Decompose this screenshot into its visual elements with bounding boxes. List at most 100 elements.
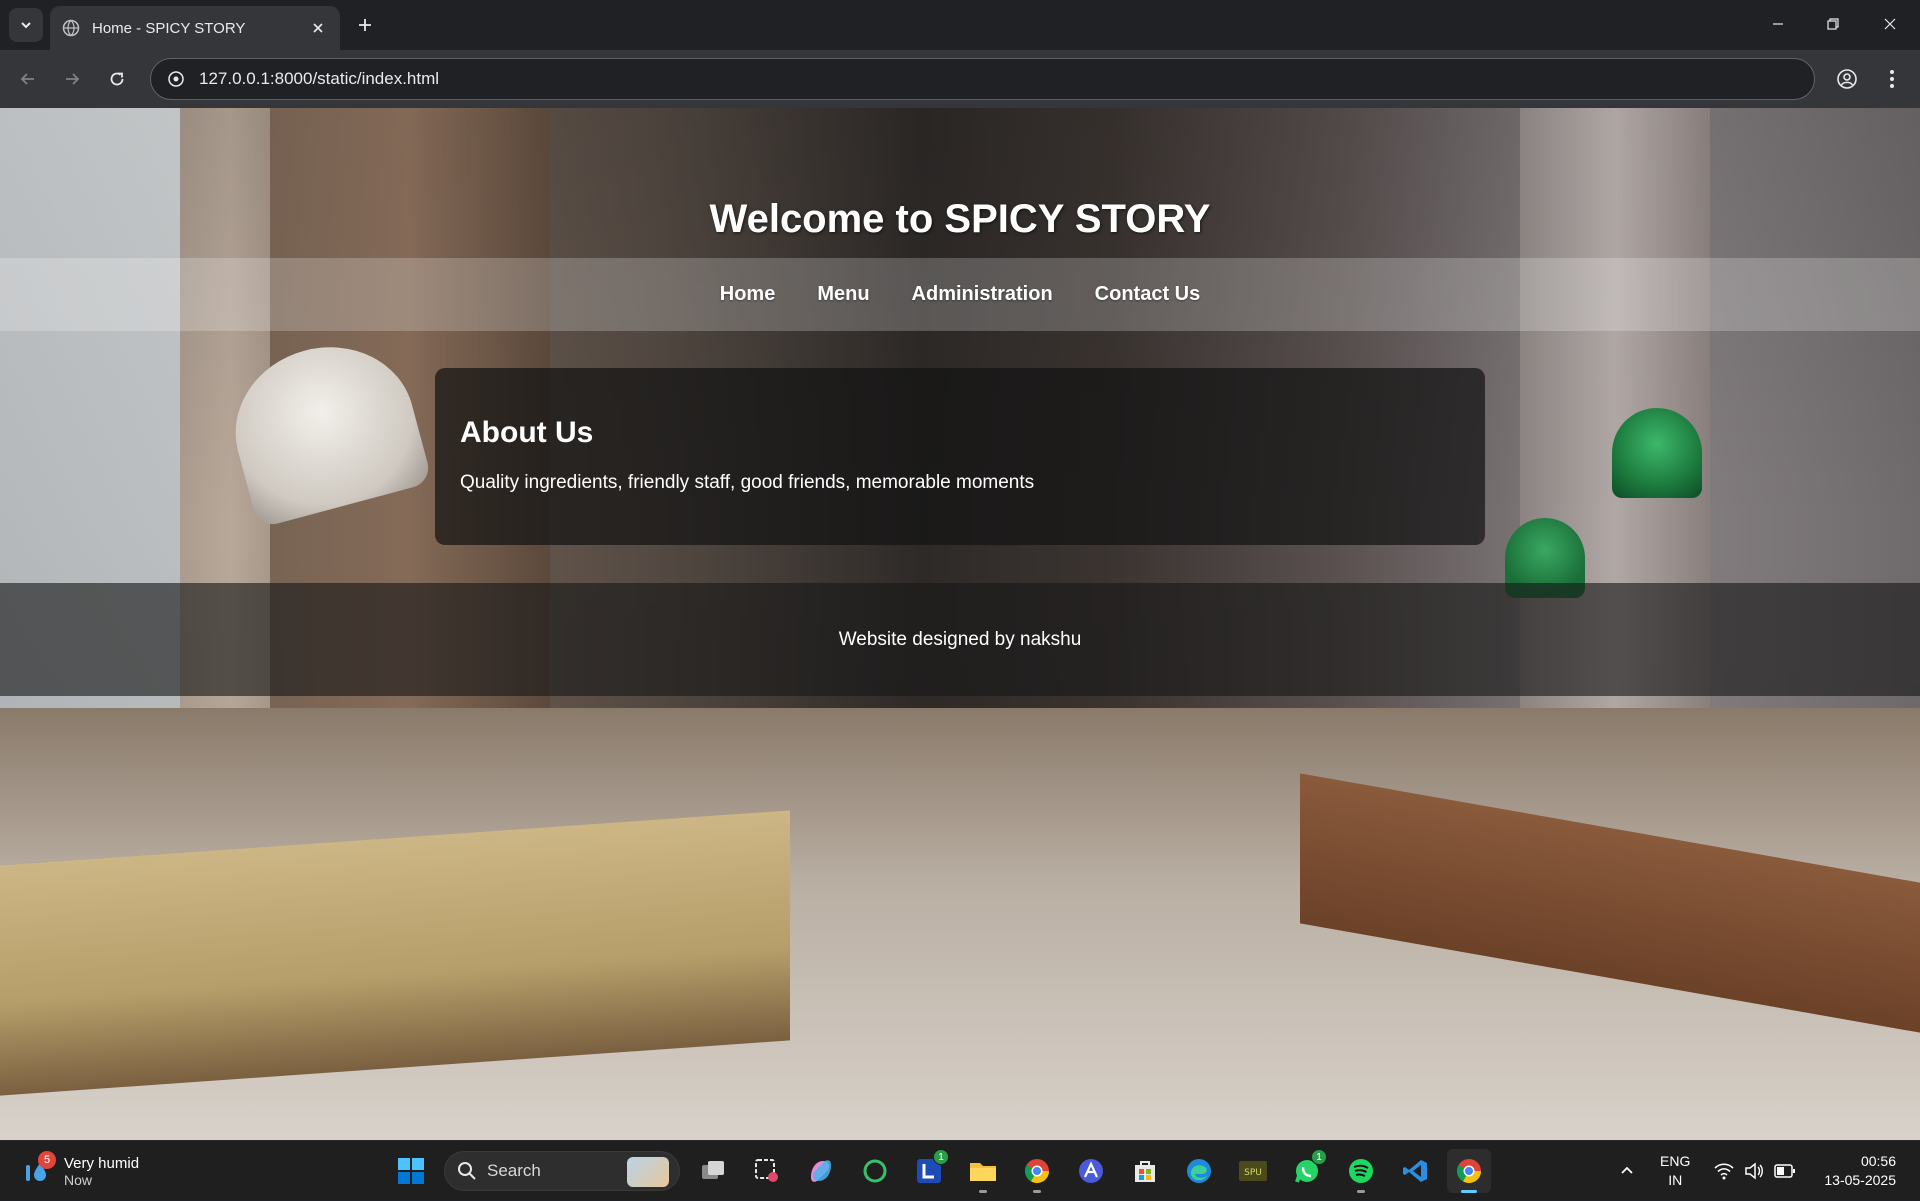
profile-button[interactable] bbox=[1831, 63, 1863, 95]
forward-icon bbox=[66, 73, 80, 85]
taskbar-apps: Search 1 SPU 1 bbox=[384, 1149, 1496, 1193]
language-indicator[interactable]: ENG IN bbox=[1660, 1152, 1690, 1190]
copilot-button[interactable] bbox=[799, 1149, 843, 1193]
tab-close-button[interactable] bbox=[308, 18, 328, 38]
weather-icon: 5 bbox=[20, 1151, 56, 1187]
battery-icon bbox=[1774, 1164, 1796, 1178]
show-hidden-icons-button[interactable] bbox=[1612, 1164, 1642, 1178]
back-button[interactable] bbox=[12, 63, 44, 95]
arc-app-button[interactable] bbox=[1069, 1149, 1113, 1193]
running-indicator bbox=[1033, 1190, 1041, 1193]
spotify-button[interactable] bbox=[1339, 1149, 1383, 1193]
search-icon bbox=[458, 1162, 476, 1180]
nav-link-menu[interactable]: Menu bbox=[796, 283, 890, 306]
chrome-button[interactable] bbox=[1015, 1149, 1059, 1193]
task-view-icon bbox=[702, 1161, 724, 1179]
active-tab[interactable]: Home - SPICY STORY bbox=[50, 6, 340, 50]
quick-settings[interactable] bbox=[1714, 1162, 1796, 1180]
footer-credit: Website designed by nakshu bbox=[838, 628, 1082, 650]
system-tray: ENG IN 00:56 13-05-2025 bbox=[1612, 1141, 1920, 1201]
tab-search-button[interactable] bbox=[9, 8, 43, 42]
site-info-button[interactable] bbox=[165, 68, 187, 90]
vscode-button[interactable] bbox=[1393, 1149, 1437, 1193]
spotify-icon bbox=[1349, 1159, 1373, 1183]
spu-app-button[interactable]: SPU bbox=[1231, 1149, 1275, 1193]
windows-icon bbox=[398, 1158, 424, 1184]
whatsapp-button[interactable]: 1 bbox=[1285, 1149, 1329, 1193]
system-clock[interactable]: 00:56 13-05-2025 bbox=[1824, 1152, 1896, 1190]
minimize-button[interactable] bbox=[1756, 8, 1800, 40]
background-green-lamp bbox=[1612, 408, 1702, 498]
wifi-icon bbox=[1714, 1163, 1734, 1180]
nav-link-administration[interactable]: Administration bbox=[891, 283, 1074, 306]
more-icon bbox=[1890, 70, 1894, 88]
back-icon bbox=[20, 73, 34, 85]
about-text: Quality ingredients, friendly staff, goo… bbox=[460, 472, 1035, 493]
globe-icon bbox=[62, 19, 80, 37]
chevron-up-icon bbox=[1621, 1166, 1633, 1174]
site-navigation: Home Menu Administration Contact Us bbox=[0, 258, 1920, 331]
reload-icon bbox=[110, 72, 124, 86]
page-title: Welcome to SPICY STORY bbox=[709, 196, 1211, 241]
store-icon bbox=[1135, 1161, 1155, 1182]
triangle-app-icon bbox=[1079, 1159, 1103, 1183]
site-footer: Website designed by nakshu bbox=[0, 583, 1920, 696]
new-tab-button[interactable] bbox=[352, 12, 378, 38]
nav-link-home[interactable]: Home bbox=[699, 283, 797, 306]
about-heading: About Us bbox=[460, 416, 594, 449]
chrome-icon bbox=[1456, 1159, 1481, 1184]
search-label: Search bbox=[487, 1161, 541, 1180]
refresh-app-button[interactable] bbox=[853, 1149, 897, 1193]
circular-arrow-icon bbox=[863, 1159, 887, 1183]
spu-app-icon: SPU bbox=[1239, 1161, 1267, 1181]
page-viewport: Welcome to SPICY STORY Home Menu Adminis… bbox=[0, 108, 1920, 1140]
window-close-icon bbox=[1884, 18, 1896, 30]
start-button[interactable] bbox=[389, 1149, 433, 1193]
file-explorer-button[interactable] bbox=[961, 1149, 1005, 1193]
address-bar[interactable]: 127.0.0.1:8000/static/index.html bbox=[150, 58, 1815, 100]
browser-menu-button[interactable] bbox=[1876, 63, 1908, 95]
copilot-icon bbox=[811, 1160, 831, 1182]
nav-link-contact-us[interactable]: Contact Us bbox=[1074, 283, 1222, 306]
microsoft-store-button[interactable] bbox=[1123, 1149, 1167, 1193]
running-indicator bbox=[1461, 1190, 1477, 1193]
chrome-active-button[interactable] bbox=[1447, 1149, 1491, 1193]
weather-condition: Very humid bbox=[64, 1154, 140, 1172]
search-highlight-image bbox=[627, 1157, 669, 1187]
weather-widget[interactable]: 5 Very humid Now bbox=[20, 1151, 139, 1191]
clock-date: 13-05-2025 bbox=[1824, 1172, 1896, 1188]
region-code: IN bbox=[1668, 1172, 1683, 1188]
weather-badge: 5 bbox=[38, 1151, 56, 1169]
browser-toolbar: 127.0.0.1:8000/static/index.html bbox=[0, 50, 1920, 108]
profile-icon bbox=[1837, 69, 1857, 89]
whatsapp-badge: 1 bbox=[1311, 1149, 1327, 1165]
task-view-button[interactable] bbox=[691, 1149, 735, 1193]
tab-title: Home - SPICY STORY bbox=[92, 19, 246, 37]
chrome-icon bbox=[1024, 1159, 1049, 1184]
edge-icon bbox=[1187, 1159, 1211, 1183]
volume-icon bbox=[1745, 1162, 1764, 1180]
svg-text:SPU: SPU bbox=[1244, 1168, 1262, 1178]
taskbar-search[interactable]: Search bbox=[444, 1151, 680, 1191]
edge-button[interactable] bbox=[1177, 1149, 1221, 1193]
plus-icon bbox=[359, 19, 371, 31]
snipping-tool-button[interactable] bbox=[745, 1149, 789, 1193]
reload-button[interactable] bbox=[101, 63, 133, 95]
browser-tab-strip: Home - SPICY STORY bbox=[0, 0, 1920, 50]
l-app-badge: 1 bbox=[933, 1149, 949, 1165]
taskbar: 5 Very humid Now Search 1 SPU 1 ENG IN 0… bbox=[0, 1140, 1920, 1200]
running-indicator bbox=[979, 1190, 987, 1193]
about-us-section: About Us Quality ingredients, friendly s… bbox=[435, 368, 1485, 545]
forward-button[interactable] bbox=[56, 63, 88, 95]
weather-time: Now bbox=[64, 1171, 93, 1188]
restore-button[interactable] bbox=[1811, 8, 1855, 40]
close-icon bbox=[313, 23, 323, 33]
url-text[interactable]: 127.0.0.1:8000/static/index.html bbox=[199, 69, 439, 89]
minimize-icon bbox=[1773, 23, 1783, 25]
site-header: Welcome to SPICY STORY bbox=[0, 108, 1920, 258]
chevron-down-icon bbox=[21, 22, 31, 29]
site-info-icon bbox=[168, 71, 184, 87]
window-close-button[interactable] bbox=[1868, 8, 1912, 40]
restore-icon bbox=[1827, 18, 1839, 30]
l-app-button[interactable]: 1 bbox=[907, 1149, 951, 1193]
